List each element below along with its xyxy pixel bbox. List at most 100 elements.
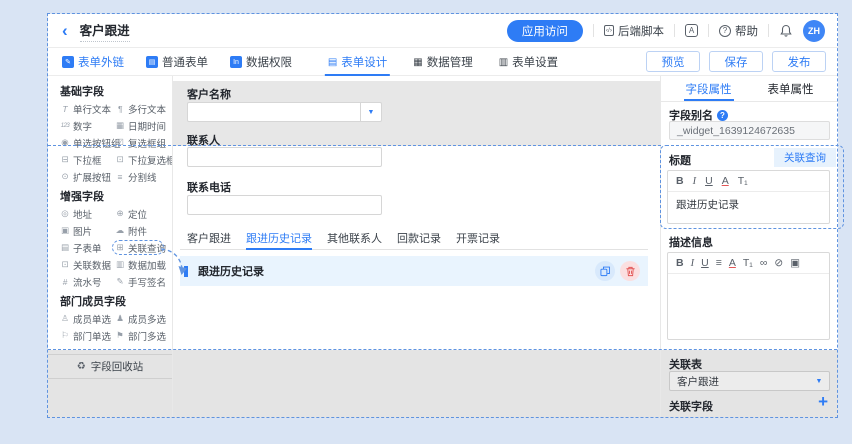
delete-button[interactable] <box>620 261 640 281</box>
sidebar-item-radio-group[interactable]: ◉单选按钮组 <box>60 136 115 150</box>
font-color-icon[interactable]: A <box>729 257 736 269</box>
tab-other-contacts[interactable]: 其他联系人 <box>327 226 382 249</box>
sidebar-item-attachment[interactable]: ☁附件 <box>115 224 172 238</box>
tab-customer-follow[interactable]: 客户跟进 <box>187 226 231 249</box>
sidebar-item-number[interactable]: 123数字 <box>60 119 115 133</box>
tab-label: 数据权限 <box>246 54 292 70</box>
tab-follow-history[interactable]: 跟进历史记录 <box>246 226 312 249</box>
font-size-icon[interactable]: T₁ <box>743 257 753 269</box>
multi-select-icon: ⊡ <box>115 154 125 165</box>
font-color-icon[interactable]: A <box>722 175 729 187</box>
field-recycle-bin-button[interactable]: ♻ 字段回收站 <box>48 354 172 379</box>
avatar[interactable]: ZH <box>803 20 825 42</box>
caret-down-icon[interactable]: ▼ <box>360 103 381 121</box>
sidebar-item-checkbox-group[interactable]: ☑复选框组 <box>115 136 172 150</box>
description-richtext-toolbar: B I U ≡ A T₁ ∞ ⊘ ▣ <box>668 253 829 274</box>
italic-icon[interactable]: I <box>693 176 697 187</box>
image-icon[interactable]: ▣ <box>790 257 800 269</box>
help-circle-icon[interactable]: ? <box>717 110 728 121</box>
form-settings-icon: ▥ <box>499 57 508 68</box>
publish-button[interactable]: 发布 <box>772 51 826 72</box>
recycle-label: 字段回收站 <box>91 359 144 374</box>
sidebar-item-lookup-query[interactable]: ⊞关联查询 <box>115 241 172 255</box>
tab-data-permission[interactable]: In 数据权限 <box>230 54 292 70</box>
section-title-basic-fields: 基础字段 <box>48 84 172 100</box>
inspector-tab-bar: 字段属性 表单属性 <box>661 76 838 102</box>
tab-form-settings[interactable]: ▥ 表单设置 <box>499 48 558 76</box>
backend-script-button[interactable]: ‹/› 后端脚本 <box>604 23 664 39</box>
sidebar-item-data-load[interactable]: ▥数据加载 <box>115 258 172 272</box>
tab-form-external-link[interactable]: ✎ 表单外链 <box>62 54 124 70</box>
app-access-button[interactable]: 应用访问 <box>507 20 583 42</box>
bell-icon[interactable] <box>779 24 793 38</box>
sidebar-item-dept-multi[interactable]: ⚑部门多选 <box>115 329 172 343</box>
property-inspector: 字段属性 表单属性 字段别名 ? _widget_1639124672635 标… <box>660 76 838 418</box>
bold-icon[interactable]: B <box>676 257 684 269</box>
tab-label: 表单外链 <box>78 54 124 70</box>
sidebar-item-extend-button[interactable]: ⊙扩展按钮 <box>60 170 115 184</box>
tab-data-management[interactable]: ▦ 数据管理 <box>413 48 472 76</box>
sidebar-item-multi-line-text[interactable]: ¶多行文本 <box>115 102 172 116</box>
alias-input[interactable]: _widget_1639124672635 <box>669 121 830 140</box>
customer-name-select[interactable]: ▼ <box>187 102 382 122</box>
tab-field-properties[interactable]: 字段属性 <box>686 76 732 101</box>
back-icon[interactable]: ‹ <box>62 22 68 39</box>
align-icon[interactable]: ≡ <box>716 257 722 269</box>
underline-icon[interactable]: U <box>701 257 709 269</box>
tab-form-design[interactable]: ▤ 表单设计 <box>328 48 387 76</box>
help-button[interactable]: ? 帮助 <box>719 23 758 39</box>
sidebar-item-serial-number[interactable]: #流水号 <box>60 275 115 289</box>
page-title[interactable]: 客户跟进 <box>80 20 130 42</box>
sidebar-item-datetime[interactable]: ▦日期时间 <box>115 119 172 133</box>
external-link-icon: ✎ <box>62 56 74 68</box>
sidebar-item-subform[interactable]: ▤子表单 <box>60 241 115 255</box>
sidebar-item-image[interactable]: ▣图片 <box>60 224 115 238</box>
divider <box>593 24 594 37</box>
tab-payment-records[interactable]: 回款记录 <box>397 226 441 249</box>
permission-icon: In <box>230 56 242 68</box>
sidebar-item-single-line-text[interactable]: T单行文本 <box>60 102 115 116</box>
tab-form-properties[interactable]: 表单属性 <box>768 76 814 101</box>
lookup-query-badge[interactable]: 关联查询 <box>774 148 836 167</box>
italic-icon[interactable]: I <box>691 258 695 269</box>
unlink-icon[interactable]: ⊘ <box>774 257 783 269</box>
checkbox-icon: ☑ <box>115 137 125 148</box>
sidebar-item-member-single[interactable]: ♙成员单选 <box>60 312 115 326</box>
sidebar-item-dept-single[interactable]: ⚐部门单选 <box>60 329 115 343</box>
title-richtext-editor[interactable]: B I U A T₁ 跟进历史记录 <box>667 170 830 224</box>
contact-phone-input[interactable] <box>187 195 382 215</box>
app-center-icon[interactable]: A <box>685 24 698 37</box>
sidebar-item-relation-data[interactable]: ⊡关联数据 <box>60 258 115 272</box>
toolbar-left-tabs: ✎ 表单外链 ▤ 普通表单 In 数据权限 <box>62 48 292 76</box>
section-title-member-fields: 部门成员字段 <box>48 294 172 310</box>
subform-icon: ▤ <box>60 242 70 253</box>
add-relation-field-icon[interactable]: + <box>818 392 828 412</box>
caret-down-icon: ▼ <box>809 378 829 385</box>
sidebar-item-address[interactable]: ◎地址 <box>60 207 115 221</box>
link-icon[interactable]: ∞ <box>760 257 768 269</box>
selected-field-row[interactable]: 跟进历史记录 <box>180 256 648 286</box>
preview-button[interactable]: 预览 <box>646 51 700 72</box>
sidebar-item-signature[interactable]: ✎手写签名 <box>115 275 172 289</box>
tab-invoice-records[interactable]: 开票记录 <box>456 226 500 249</box>
underline-icon[interactable]: U <box>705 175 713 187</box>
sidebar-item-multi-select[interactable]: ⊡下拉复选框 <box>115 153 173 167</box>
sidebar-item-member-multi[interactable]: ♟成员多选 <box>115 312 172 326</box>
title-value[interactable]: 跟进历史记录 <box>668 192 829 212</box>
form-icon: ▤ <box>146 56 158 68</box>
sidebar-item-select[interactable]: ⊟下拉框 <box>60 153 115 167</box>
relation-table-dropdown[interactable]: 客户跟进 ▼ <box>669 371 830 391</box>
copy-button[interactable] <box>595 261 615 281</box>
contact-input[interactable] <box>187 147 382 167</box>
description-richtext-editor[interactable]: B I U ≡ A T₁ ∞ ⊘ ▣ <box>667 252 830 340</box>
sidebar-item-location[interactable]: ⊕定位 <box>115 207 172 221</box>
bold-icon[interactable]: B <box>676 175 684 187</box>
field-label-customer-name: 客户名称 <box>187 86 231 102</box>
save-button[interactable]: 保存 <box>709 51 763 72</box>
sidebar-item-divider[interactable]: ≡分割线 <box>115 170 172 184</box>
tab-normal-form[interactable]: ▤ 普通表单 <box>146 54 208 70</box>
question-icon: ? <box>719 25 731 37</box>
topbar-actions: 应用访问 ‹/› 后端脚本 A ? 帮助 ZH <box>507 20 825 42</box>
divider <box>768 24 769 37</box>
font-size-icon[interactable]: T₁ <box>738 175 748 187</box>
